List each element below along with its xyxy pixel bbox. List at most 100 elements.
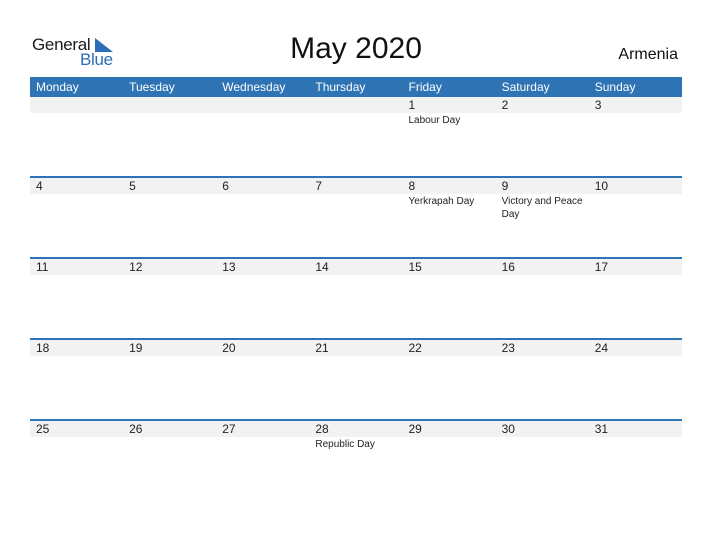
day-cell: 26 xyxy=(123,421,216,451)
day-cell: 25 xyxy=(30,421,123,451)
holiday-label xyxy=(129,356,216,357)
day-cell xyxy=(123,97,216,127)
day-number: 29 xyxy=(408,422,422,436)
day-cell: 8 Yerkrapah Day xyxy=(403,178,496,221)
holiday-label xyxy=(595,194,682,195)
holiday-label xyxy=(315,113,402,114)
day-cell xyxy=(30,97,123,127)
day-number: 9 xyxy=(501,179,509,193)
day-number: 17 xyxy=(594,260,609,274)
week-row: 18 19 20 21 22 23 24 xyxy=(30,338,682,421)
day-number: 24 xyxy=(594,341,609,355)
day-number: 23 xyxy=(501,341,515,355)
day-cell: 21 xyxy=(309,340,402,357)
holiday-label xyxy=(595,437,682,438)
weekday-header: Monday Tuesday Wednesday Thursday Friday… xyxy=(30,77,682,97)
day-cell: 22 xyxy=(403,340,496,357)
day-cell: 29 xyxy=(403,421,496,451)
day-cell: 1 Labour Day xyxy=(403,97,496,127)
day-number: 14 xyxy=(315,260,329,274)
day-cell: 28 Republic Day xyxy=(309,421,402,451)
holiday-label: Victory and Peace Day xyxy=(501,196,583,220)
holiday-label xyxy=(502,275,589,276)
day-cell: 2 xyxy=(496,97,589,127)
day-cell: 12 xyxy=(123,259,216,276)
holiday-label xyxy=(502,437,589,438)
day-cell: 17 xyxy=(589,259,682,276)
holiday-label xyxy=(36,113,123,114)
day-number: 10 xyxy=(594,179,609,193)
day-cell xyxy=(216,97,309,127)
day-cell: 16 xyxy=(496,259,589,276)
day-number: 21 xyxy=(315,341,329,355)
holiday-label xyxy=(409,437,496,438)
day-cell: 15 xyxy=(403,259,496,276)
holiday-label xyxy=(129,275,216,276)
day-cell: 23 xyxy=(496,340,589,357)
weekday-monday: Monday xyxy=(36,80,79,94)
day-number: 6 xyxy=(222,179,229,193)
day-cell: 6 xyxy=(216,178,309,221)
day-number: 1 xyxy=(408,98,416,112)
day-cell: 20 xyxy=(216,340,309,357)
day-number: 20 xyxy=(222,341,236,355)
weekday-sunday: Sunday xyxy=(594,80,636,94)
holiday-label xyxy=(129,113,216,114)
day-number: 18 xyxy=(36,341,50,355)
day-number: 31 xyxy=(594,422,609,436)
day-number: 2 xyxy=(501,98,509,112)
day-number xyxy=(315,97,402,113)
day-number: 22 xyxy=(408,341,422,355)
holiday-label: Republic Day xyxy=(315,439,375,450)
weekday-wednesday: Wednesday xyxy=(222,80,286,94)
calendar-title: May 2020 xyxy=(290,32,422,65)
holiday-label xyxy=(36,437,123,438)
holiday-label xyxy=(222,113,309,114)
day-number: 15 xyxy=(408,260,422,274)
holiday-label: Labour Day xyxy=(408,115,461,126)
weekday-thursday: Thursday xyxy=(315,80,366,94)
holiday-label xyxy=(315,275,402,276)
day-number: 26 xyxy=(129,422,143,436)
day-number: 5 xyxy=(129,179,136,193)
holiday-label xyxy=(36,356,123,357)
day-number: 25 xyxy=(36,422,50,436)
day-cell: 3 xyxy=(589,97,682,127)
holiday-label xyxy=(222,194,309,195)
day-number: 13 xyxy=(222,260,236,274)
weekday-tuesday: Tuesday xyxy=(129,80,175,94)
day-number: 11 xyxy=(36,260,49,274)
week-row: 4 5 6 7 8 Yerkrapah Day 9 Victory and Peace Day… xyxy=(30,176,682,259)
day-number: 7 xyxy=(315,179,323,193)
holiday-label xyxy=(409,356,496,357)
holiday-label xyxy=(36,194,123,195)
day-number: 4 xyxy=(36,179,43,193)
holiday-label xyxy=(129,194,216,195)
holiday-label xyxy=(222,275,309,276)
day-number: 27 xyxy=(222,422,236,436)
day-cell: 27 xyxy=(216,421,309,451)
holiday-label xyxy=(36,275,123,276)
day-cell: 18 xyxy=(30,340,123,357)
weekday-saturday: Saturday xyxy=(501,80,550,94)
day-cell: 14 xyxy=(309,259,402,276)
day-number: 28 xyxy=(315,422,329,436)
holiday-label xyxy=(502,113,589,114)
day-number xyxy=(222,97,309,113)
day-number: 30 xyxy=(501,422,515,436)
day-number: 12 xyxy=(129,260,143,274)
day-cell: 31 xyxy=(589,421,682,451)
day-number xyxy=(36,97,123,113)
day-cell: 9 Victory and Peace Day xyxy=(496,178,589,221)
day-cell xyxy=(309,97,402,127)
holiday-label xyxy=(315,194,402,195)
week-row: 1 Labour Day 2 3 xyxy=(30,97,682,178)
day-cell: 11 xyxy=(30,259,123,276)
holiday-label: Yerkrapah Day xyxy=(408,196,475,207)
day-cell: 7 xyxy=(309,178,402,221)
day-number: 19 xyxy=(129,341,143,355)
day-cell: 10 xyxy=(589,178,682,221)
day-cell: 5 xyxy=(123,178,216,221)
day-cell: 4 xyxy=(30,178,123,221)
day-number: 3 xyxy=(594,98,602,112)
